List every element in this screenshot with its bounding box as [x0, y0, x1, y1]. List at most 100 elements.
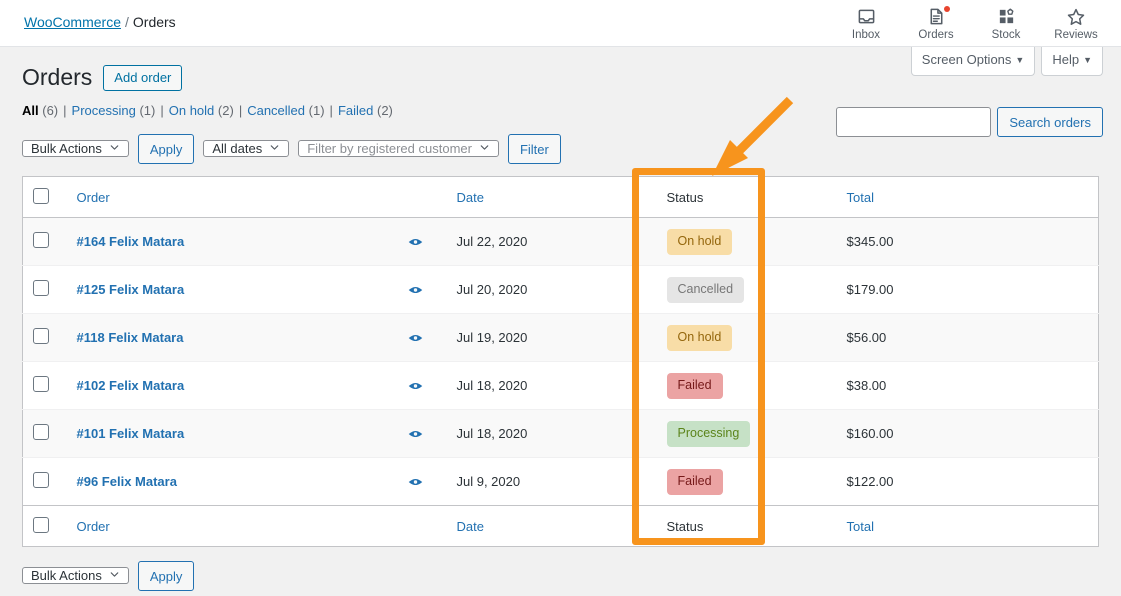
order-link[interactable]: #164 Felix Matara	[77, 234, 185, 249]
customer-filter-select-wrap: Filter by registered customer	[298, 135, 499, 163]
preview-eye-icon[interactable]	[407, 236, 424, 248]
date-filter-select[interactable]: All dates	[203, 140, 290, 157]
filter-divider: |	[160, 103, 164, 118]
sort-link-date-footer[interactable]: Date	[457, 519, 484, 534]
row-checkbox[interactable]	[33, 424, 49, 440]
table-header-row: Order Date Status Total	[22, 177, 1099, 218]
preview-eye-icon[interactable]	[407, 428, 424, 440]
breadcrumb-separator: /	[125, 14, 129, 30]
topnav-item-stock[interactable]: Stock	[971, 0, 1041, 47]
apply-button-top[interactable]: Apply	[137, 134, 195, 164]
filter-label-processing: Processing	[71, 103, 136, 118]
screen-options-button[interactable]: Screen Options ▼	[910, 47, 1036, 76]
screen-meta-links: Screen Options ▼ Help ▼	[910, 47, 1103, 76]
filter-link-processing[interactable]: Processing	[72, 103, 136, 118]
bulk-actions-select-wrap-bottom: Bulk Actions	[22, 562, 129, 590]
row-checkbox[interactable]	[33, 472, 49, 488]
orders-notification-badge	[943, 5, 950, 12]
row-checkbox[interactable]	[33, 328, 49, 344]
status-cell: On hold	[657, 314, 837, 362]
order-link[interactable]: #118 Felix Matara	[77, 330, 184, 345]
row-checkbox[interactable]	[33, 280, 49, 296]
order-link[interactable]: #125 Felix Matara	[77, 282, 185, 297]
filter-link-all[interactable]: All	[22, 103, 39, 118]
row-checkbox[interactable]	[33, 232, 49, 248]
date-cell: Jul 22, 2020	[408, 218, 657, 266]
status-badge[interactable]: Failed	[666, 372, 723, 399]
status-badge[interactable]: Cancelled	[666, 276, 745, 303]
status-badge[interactable]: Processing	[666, 420, 751, 447]
customer-filter-select[interactable]: Filter by registered customer	[298, 140, 499, 157]
bulk-actions-select[interactable]: Bulk Actions	[22, 140, 129, 157]
topnav-item-inbox[interactable]: Inbox	[831, 0, 901, 47]
date-text: Jul 18, 2020	[456, 378, 528, 393]
select-all-checkbox-footer[interactable]	[33, 516, 49, 533]
order-link[interactable]: #101 Felix Matara	[77, 426, 185, 441]
row-checkbox-cell	[23, 218, 67, 266]
select-all-checkbox[interactable]	[33, 187, 49, 204]
sort-link-order[interactable]: Order	[77, 190, 110, 205]
table-row: #101 Felix Matara Jul 18, 2020 Processing $…	[22, 409, 1099, 458]
filter-button[interactable]: Filter	[507, 134, 561, 164]
date-cell: Jul 18, 2020	[408, 410, 657, 458]
filter-link-failed[interactable]: Failed	[338, 103, 373, 118]
row-checkbox-cell	[23, 458, 67, 506]
table-row: #125 Felix Matara Jul 20, 2020 Cancelled $1…	[22, 265, 1099, 314]
status-badge[interactable]: Failed	[666, 468, 723, 495]
topnav-item-reviews[interactable]: Reviews	[1041, 0, 1111, 47]
column-footer-total: Total	[837, 506, 1099, 547]
bulk-actions-select-bottom[interactable]: Bulk Actions	[22, 567, 129, 584]
order-cell: #118 Felix Matara	[67, 314, 447, 362]
topnav-label-reviews: Reviews	[1054, 28, 1098, 41]
sort-link-total-footer[interactable]: Total	[847, 519, 874, 534]
filter-divider: |	[238, 103, 243, 118]
date-text: Jul 22, 2020	[456, 234, 528, 249]
preview-eye-icon[interactable]	[407, 380, 424, 392]
total-cell: $38.00	[846, 378, 887, 393]
total-cell: $56.00	[846, 330, 887, 345]
table-row: #96 Felix Matara Jul 9, 2020 Failed $122.00	[22, 457, 1099, 506]
sort-link-total[interactable]: Total	[847, 190, 874, 205]
status-badge[interactable]: On hold	[666, 324, 733, 351]
filter-count-processing: (1)	[139, 103, 156, 118]
add-order-button[interactable]: Add order	[103, 64, 183, 91]
date-text: Jul 20, 2020	[456, 282, 528, 297]
table-footer-row: Order Date Status Total	[22, 505, 1099, 547]
table-row: #164 Felix Matara Jul 22, 2020 On hold $345…	[22, 217, 1099, 266]
status-badge[interactable]: On hold	[666, 228, 733, 255]
order-cell: #102 Felix Matara	[67, 362, 447, 410]
sort-link-order-footer[interactable]: Order	[77, 519, 110, 534]
preview-eye-icon[interactable]	[407, 476, 424, 488]
row-checkbox[interactable]	[33, 376, 49, 392]
filter-divider: |	[329, 103, 333, 118]
topnav-item-orders[interactable]: Orders	[901, 0, 971, 47]
filter-link-cancelled[interactable]: Cancelled	[247, 103, 305, 118]
filter-label-cancelled: Cancelled	[247, 103, 306, 118]
breadcrumb-woocommerce-link[interactable]: WooCommerce	[24, 14, 121, 30]
apply-button-bottom[interactable]: Apply	[137, 561, 195, 591]
column-header-order: Order	[67, 177, 447, 218]
filter-link-on-hold[interactable]: On hold	[169, 103, 215, 118]
status-cell: Failed	[657, 458, 837, 506]
orders-table-body: #164 Felix Matara Jul 22, 2020 On hold $345…	[22, 217, 1099, 506]
search-orders-button[interactable]: Search orders	[997, 107, 1103, 137]
preview-eye-icon[interactable]	[407, 284, 424, 296]
order-link[interactable]: #96 Felix Matara	[77, 474, 177, 489]
status-cell: Failed	[657, 362, 837, 410]
table-row: #102 Felix Matara Jul 18, 2020 Failed $38.0…	[22, 361, 1099, 410]
date-cell: Jul 19, 2020	[408, 314, 657, 362]
column-footer-date: Date	[447, 506, 657, 547]
topnav-label-inbox: Inbox	[851, 28, 881, 41]
order-cell: #125 Felix Matara	[67, 266, 447, 314]
order-link[interactable]: #102 Felix Matara	[77, 378, 185, 393]
filter-count-cancelled: (1)	[308, 103, 325, 118]
inbox-icon	[857, 7, 876, 27]
select-all-header	[23, 177, 67, 218]
screen-options-label: Screen Options	[921, 52, 1012, 67]
help-button[interactable]: Help ▼	[1041, 47, 1103, 76]
sort-link-date[interactable]: Date	[457, 190, 484, 205]
date-text: Jul 9, 2020	[456, 474, 521, 489]
preview-eye-icon[interactable]	[407, 332, 424, 344]
search-input[interactable]	[836, 107, 992, 137]
row-checkbox-cell	[23, 362, 67, 410]
